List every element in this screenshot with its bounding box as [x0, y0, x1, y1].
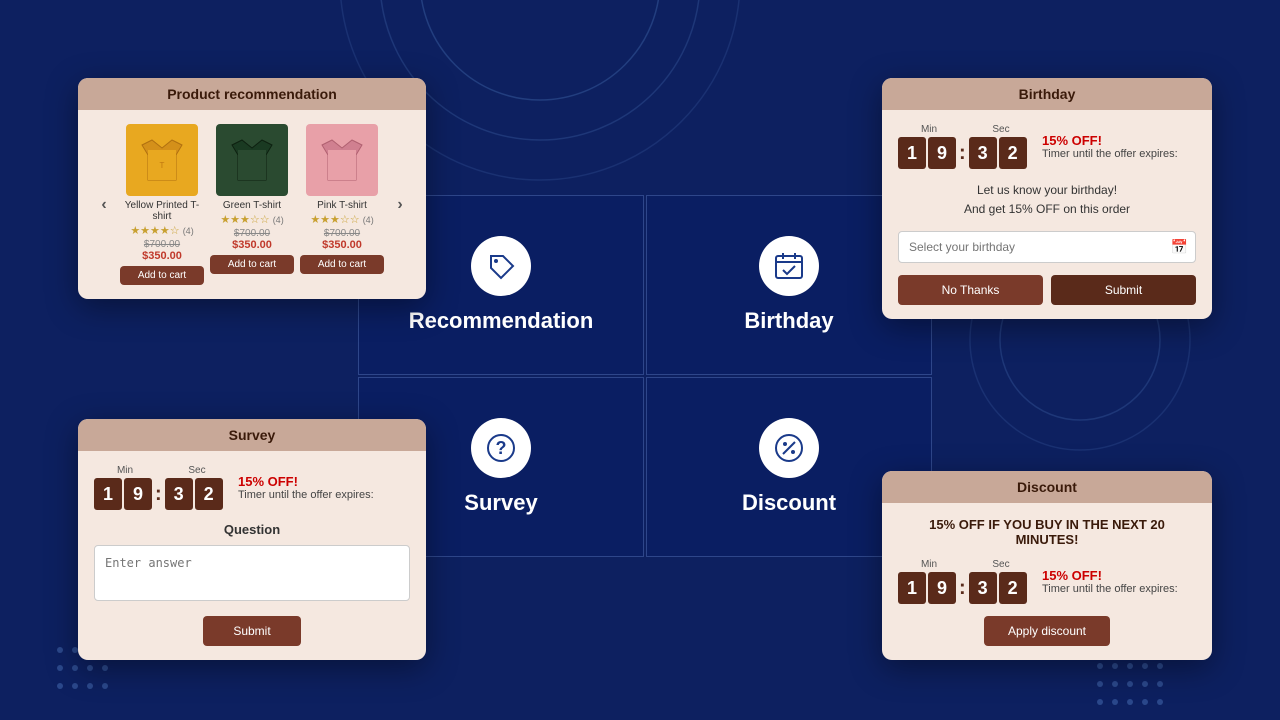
svg-text:?: ? — [496, 438, 507, 458]
discount-timer: Min Sec 1 9 : 3 2 15% OFF! Timer until t… — [898, 559, 1196, 604]
survey-digit-4: 2 — [195, 478, 223, 510]
product-carousel: ‹ T Yellow Printed T-shirt ★★★★☆ (4) $70… — [94, 124, 410, 285]
product-image-0: T — [126, 124, 198, 196]
product-item-0: T Yellow Printed T-shirt ★★★★☆ (4) $700.… — [120, 124, 204, 285]
discount-min-label: Min — [898, 559, 960, 570]
calendar-check-icon — [759, 236, 819, 296]
product-price-new-0: $350.00 — [142, 250, 182, 262]
product-name-0: Yellow Printed T-shirt — [120, 200, 204, 222]
survey-submit-button[interactable]: Submit — [203, 616, 300, 646]
survey-popup-header: Survey — [78, 419, 426, 451]
birthday-info-line1: Let us know your birthday! — [898, 181, 1196, 200]
product-name-2: Pink T-shirt — [317, 200, 367, 211]
discount-popup: Discount 15% OFF IF YOU BUY IN THE NEXT … — [882, 471, 1212, 660]
product-stars-1: ★★★☆☆ (4) — [220, 213, 283, 226]
percent-icon — [759, 418, 819, 478]
birthday-digit-2: 9 — [928, 137, 956, 169]
birthday-timer-desc: Timer until the offer expires: — [1042, 148, 1196, 160]
birthday-timer: Min Sec 1 9 : 3 2 15% OFF! Timer until t… — [898, 124, 1196, 169]
recommendation-label: Recommendation — [409, 308, 594, 334]
discount-timer-text: 15% OFF! Timer until the offer expires: — [1042, 568, 1196, 595]
carousel-next-arrow[interactable]: › — [390, 195, 410, 215]
survey-question-label: Question — [94, 522, 410, 537]
birthday-input-row: 📅 — [898, 231, 1196, 263]
survey-min-label: Min — [94, 465, 156, 476]
birthday-popup: Birthday Min Sec 1 9 : 3 2 15% OFF! Ti — [882, 78, 1212, 319]
birthday-timer-text: 15% OFF! Timer until the offer expires: — [1042, 133, 1196, 160]
discount-timer-desc: Timer until the offer expires: — [1042, 583, 1196, 595]
product-image-2 — [306, 124, 378, 196]
add-to-cart-btn-0[interactable]: Add to cart — [120, 266, 204, 285]
product-stars-0: ★★★★☆ (4) — [130, 224, 193, 237]
survey-sec-label: Sec — [166, 465, 228, 476]
birthday-off-text: 15% OFF! — [1042, 133, 1196, 148]
birthday-timer-colon: : — [959, 142, 966, 165]
apply-discount-row: Apply discount — [898, 616, 1196, 646]
survey-digit-3: 3 — [165, 478, 193, 510]
product-name-1: Green T-shirt — [223, 200, 281, 211]
calendar-icon: 📅 — [1171, 239, 1188, 256]
survey-digit-1: 1 — [94, 478, 122, 510]
birthday-label: Birthday — [744, 308, 833, 334]
survey-timer-labels: Min Sec — [94, 465, 228, 476]
birthday-info-line2: And get 15% OFF on this order — [898, 200, 1196, 219]
discount-sec-label: Sec — [970, 559, 1032, 570]
discount-label: Discount — [742, 490, 836, 516]
product-price-old-0: $700.00 — [144, 239, 180, 250]
survey-off-text: 15% OFF! — [238, 474, 410, 489]
birthday-btn-row: No Thanks Submit — [898, 275, 1196, 305]
discount-timer-colon: : — [959, 577, 966, 600]
carousel-prev-arrow[interactable]: ‹ — [94, 195, 114, 215]
birthday-digit-3: 3 — [969, 137, 997, 169]
birthday-timer-digits: 1 9 : 3 2 — [898, 137, 1032, 169]
birthday-sec-label: Sec — [970, 124, 1032, 135]
survey-timer-digits: 1 9 : 3 2 — [94, 478, 228, 510]
product-price-new-1: $350.00 — [232, 239, 272, 251]
product-image-1 — [216, 124, 288, 196]
discount-digit-1: 1 — [898, 572, 926, 604]
survey-timer-text: 15% OFF! Timer until the offer expires: — [238, 474, 410, 501]
birthday-submit-button[interactable]: Submit — [1051, 275, 1196, 305]
product-item-1: Green T-shirt ★★★☆☆ (4) $700.00 $350.00 … — [210, 124, 294, 285]
add-to-cart-btn-2[interactable]: Add to cart — [300, 255, 384, 274]
birthday-popup-header: Birthday — [882, 78, 1212, 110]
birthday-info: Let us know your birthday! And get 15% O… — [898, 181, 1196, 219]
survey-submit-row: Submit — [94, 616, 410, 646]
recommendation-popup: Product recommendation ‹ T Yellow Printe… — [78, 78, 426, 299]
apply-discount-button[interactable]: Apply discount — [984, 616, 1110, 646]
discount-timer-digits: 1 9 : 3 2 — [898, 572, 1032, 604]
product-price-old-2: $700.00 — [324, 228, 360, 239]
birthday-input[interactable] — [898, 231, 1196, 263]
survey-popup: Survey Min Sec 1 9 : 3 2 15% OFF! Time — [78, 419, 426, 660]
product-price-old-1: $700.00 — [234, 228, 270, 239]
survey-timer-colon: : — [155, 483, 162, 506]
discount-timer-labels: Min Sec — [898, 559, 1032, 570]
discount-digit-4: 2 — [999, 572, 1027, 604]
survey-digit-2: 9 — [124, 478, 152, 510]
question-icon: ? — [471, 418, 531, 478]
product-stars-2: ★★★☆☆ (4) — [310, 213, 373, 226]
birthday-digit-4: 2 — [999, 137, 1027, 169]
discount-off-text: 15% OFF! — [1042, 568, 1196, 583]
tag-icon — [471, 236, 531, 296]
discount-popup-header: Discount — [882, 471, 1212, 503]
survey-timer-desc: Timer until the offer expires: — [238, 489, 410, 501]
birthday-timer-labels: Min Sec — [898, 124, 1032, 135]
birthday-digit-1: 1 — [898, 137, 926, 169]
no-thanks-button[interactable]: No Thanks — [898, 275, 1043, 305]
svg-text:T: T — [160, 161, 165, 170]
survey-answer-input[interactable] — [94, 545, 410, 601]
birthday-min-label: Min — [898, 124, 960, 135]
discount-digit-3: 3 — [969, 572, 997, 604]
discount-digit-2: 9 — [928, 572, 956, 604]
survey-label: Survey — [464, 490, 537, 516]
survey-timer: Min Sec 1 9 : 3 2 15% OFF! Timer until t… — [94, 465, 410, 510]
product-item-2: Pink T-shirt ★★★☆☆ (4) $700.00 $350.00 A… — [300, 124, 384, 285]
recommendation-popup-header: Product recommendation — [78, 78, 426, 110]
discount-headline: 15% OFF IF YOU BUY IN THE NEXT 20 MINUTE… — [898, 517, 1196, 547]
add-to-cart-btn-1[interactable]: Add to cart — [210, 255, 294, 274]
product-price-new-2: $350.00 — [322, 239, 362, 251]
products-row: T Yellow Printed T-shirt ★★★★☆ (4) $700.… — [120, 124, 384, 285]
